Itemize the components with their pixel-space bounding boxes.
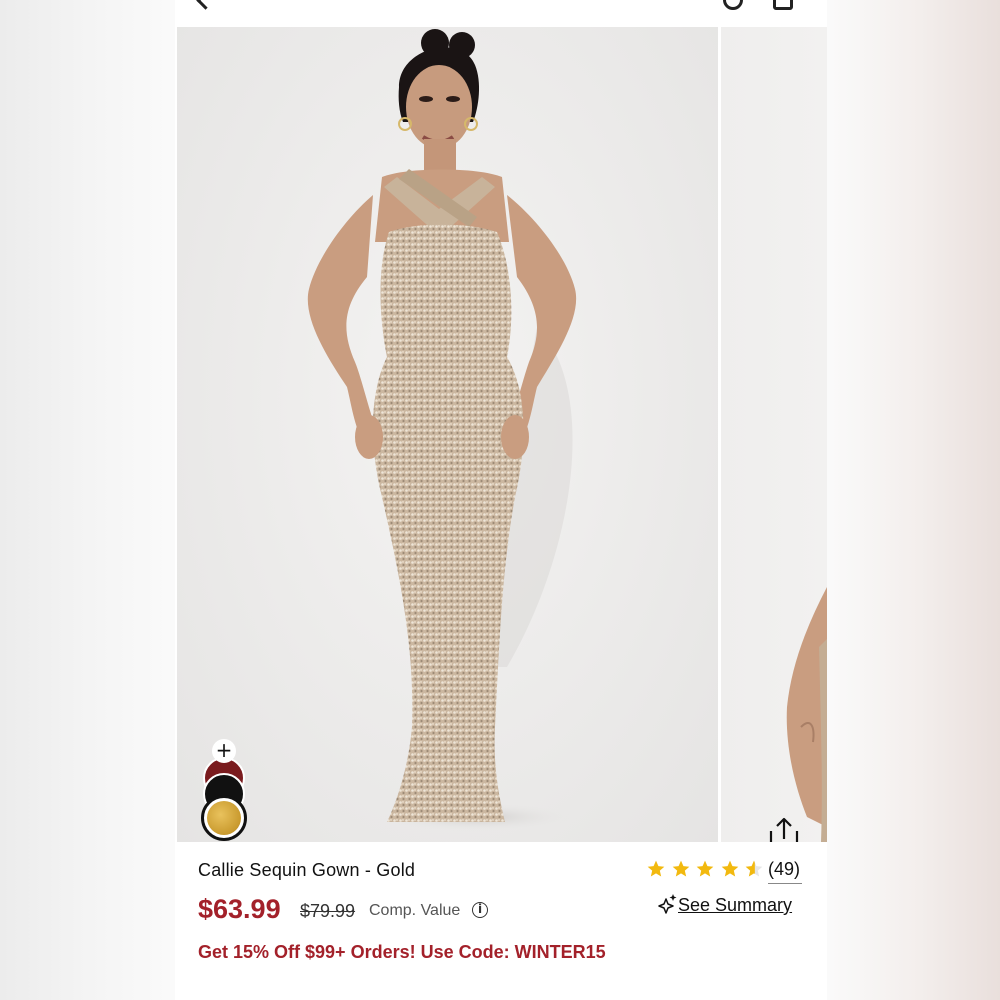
model-wearing-gown-image (307, 29, 577, 831)
product-image-gallery[interactable]: + (175, 25, 827, 849)
swatch-gold-fill (207, 801, 241, 835)
sale-price: $63.99 (198, 894, 281, 924)
product-image-front[interactable]: + (177, 27, 718, 842)
sparkle-icon (658, 894, 677, 914)
product-info-panel: Callie Sequin Gown - Gold (49) $63.99 $7… (175, 842, 827, 1000)
back-arrow-icon[interactable] (196, 0, 215, 10)
add-swatch-plus-icon[interactable]: + (212, 739, 236, 763)
search-icon[interactable] (723, 0, 743, 10)
star-full-icon (721, 860, 738, 877)
promo-banner-text: Get 15% Off $99+ Orders! Use Code: WINTE… (198, 942, 606, 962)
model-hand-partial-image (786, 587, 827, 842)
review-count-underline (768, 883, 802, 884)
star-full-icon (696, 860, 714, 877)
star-full-icon (672, 860, 689, 877)
top-navigation-bar (175, 0, 827, 25)
shopping-bag-icon[interactable] (773, 0, 793, 10)
see-summary-link[interactable]: See Summary (678, 895, 792, 916)
product-page: + Callie Sequin Gown - Gold (49) $63.99 … (175, 0, 827, 1000)
star-rating[interactable] (646, 859, 769, 881)
info-icon[interactable]: i (472, 902, 488, 918)
star-half-icon (745, 860, 763, 877)
product-title: Callie Sequin Gown - Gold (198, 860, 416, 880)
comp-value-label: Comp. Value (369, 902, 461, 919)
swatch-gold-selected[interactable] (201, 795, 247, 841)
product-image-next[interactable] (721, 27, 827, 842)
original-price: $79.99 (300, 901, 356, 921)
star-full-icon (647, 860, 665, 877)
review-count-link[interactable]: (49) (768, 859, 800, 880)
